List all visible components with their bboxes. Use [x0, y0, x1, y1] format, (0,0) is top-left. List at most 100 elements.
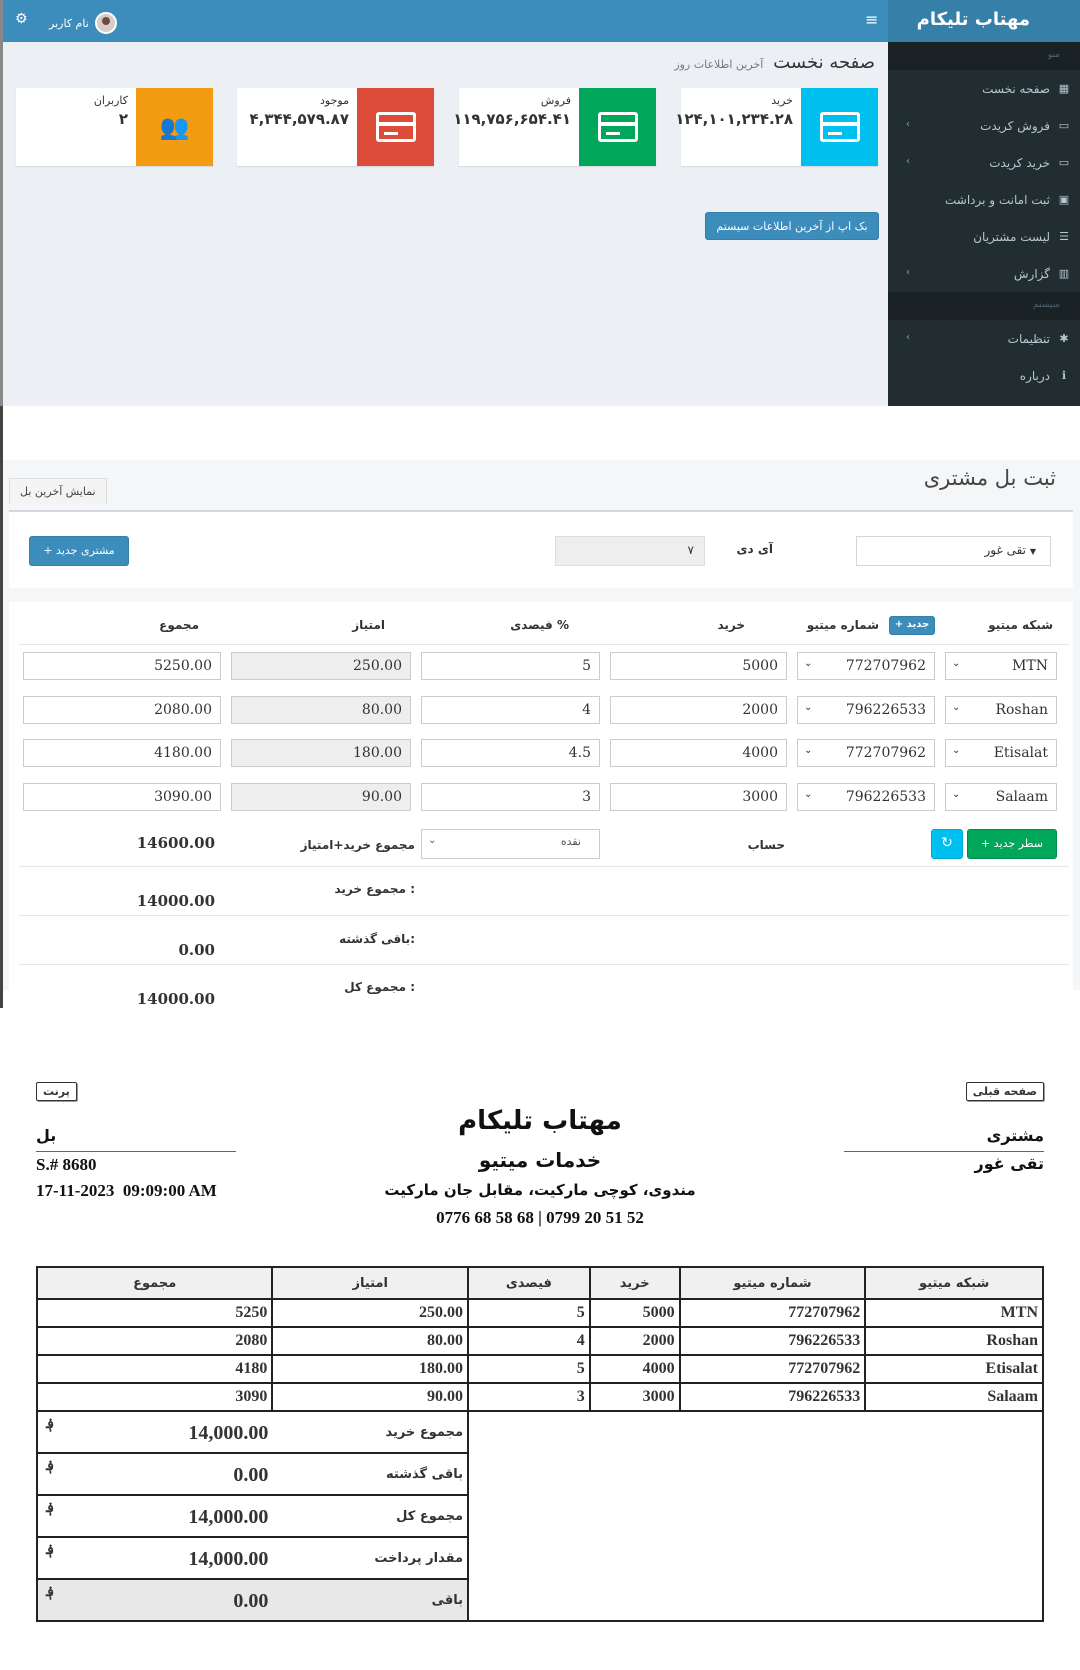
list-icon: ☰	[1059, 230, 1069, 243]
purchase-input[interactable]: 2000	[610, 696, 787, 724]
id-select[interactable]: ۷	[555, 536, 705, 566]
network-select[interactable]: ⌄ MTN	[945, 652, 1057, 680]
divider	[19, 964, 1069, 965]
sidebar-item-report[interactable]: ‹ گزارش ▥	[888, 255, 1080, 292]
table-header-row: مجموع امتیاز فیصدی خرید شماره میتیو شبکه…	[35, 1266, 1044, 1300]
cell-network: Salaam	[864, 1382, 1044, 1412]
total-field: 4180.00	[23, 739, 221, 767]
currency-symbol: ؋	[46, 1459, 55, 1474]
cell-network: MTN	[864, 1298, 1044, 1328]
back-button[interactable]: صفحه قبلی	[965, 1082, 1044, 1101]
column-header-percent: فیصدی %	[510, 618, 569, 632]
gear-icon: ✱	[1059, 332, 1069, 345]
total-field: 2080.00	[23, 696, 221, 724]
account-select[interactable]: ⌄ نقده	[421, 829, 600, 859]
user-name: نام کاربر	[49, 16, 89, 30]
number-select[interactable]: ⌄ 772707962	[797, 739, 935, 767]
credit-card-icon	[801, 88, 878, 166]
money-icon: ▣	[1058, 193, 1070, 206]
column-header-points: امتیاز	[352, 618, 385, 632]
bill-label: بل	[36, 1126, 57, 1145]
credit-card-icon: ▭	[1058, 119, 1070, 132]
sidebar-item-label: ثبت امانت و برداشت	[945, 192, 1050, 207]
customer-select-value: تقی غور	[984, 543, 1027, 557]
sidebar-item-customers[interactable]: لیست مشتریان ☰	[888, 218, 1080, 255]
table-row: 5250 250.00 5 5000 772707962 MTN	[35, 1298, 1044, 1328]
phone-numbers: 0776 68 58 68 | 0799 20 51 52	[436, 1208, 644, 1227]
purchase-input[interactable]: 5000	[610, 652, 787, 680]
number-select[interactable]: ⌄ 796226533	[797, 783, 935, 811]
account-select-value: نقده	[560, 835, 581, 848]
network-select[interactable]: ⌄ Etisalat	[945, 739, 1057, 767]
credit-card-icon	[579, 88, 656, 166]
show-last-bill-tab[interactable]: نمایش آخرین بل	[9, 478, 107, 504]
currency-symbol: ؋	[46, 1543, 55, 1558]
number-select[interactable]: ⌄ 796226533	[797, 696, 935, 724]
cell-purchase: 3000	[588, 1382, 681, 1412]
points-field: 80.00	[231, 696, 411, 724]
purchase-input[interactable]: 4000	[610, 739, 787, 767]
refresh-icon[interactable]: ↻	[931, 829, 963, 859]
id-select-value: ۷	[687, 543, 694, 557]
cell-network: Etisalat	[864, 1354, 1044, 1384]
percent-input[interactable]: 4.5	[421, 739, 600, 767]
new-row-button[interactable]: + سطر جدید	[967, 829, 1057, 859]
column-header-total: مجموع	[159, 618, 199, 632]
page-title: ثبت بل مشتری	[923, 466, 1056, 490]
print-button[interactable]: پرنت	[36, 1082, 77, 1101]
chevron-left-icon: ‹	[906, 156, 910, 167]
column-header-network: شبکه میتیو	[988, 618, 1053, 632]
user-menu[interactable]: نام کاربر	[49, 12, 117, 34]
serial-number: S.# 8680	[36, 1155, 97, 1174]
hamburger-menu-icon[interactable]: ≡	[865, 10, 878, 29]
sidebar-item-label: صفحه نخست	[982, 81, 1050, 96]
blank-area	[467, 1411, 1044, 1622]
percent-input[interactable]: 4	[421, 696, 600, 724]
new-customer-button[interactable]: + مشتری جدید	[29, 536, 129, 566]
backup-button[interactable]: بک اپ از آخرین اطلاعات سیستم	[705, 212, 879, 240]
info-icon: ℹ	[1061, 369, 1067, 382]
customer-select[interactable]: تقی غور ▼	[856, 536, 1051, 566]
sidebar-item-label: تنظیمات	[1007, 331, 1050, 346]
new-number-badge[interactable]: + جدید	[889, 616, 935, 635]
currency-symbol: ؋	[46, 1417, 55, 1432]
sidebar-item-about[interactable]: درباره ℹ	[888, 357, 1080, 394]
share-icon[interactable]: ⚙	[15, 11, 28, 27]
table-row: 3090 90.00 3 3000 796226533 Salaam	[35, 1382, 1044, 1412]
bill-form-screen: ثبت بل مشتری نمایش آخرین بل تقی غور ▼ آی…	[0, 406, 1080, 1008]
number-value: 772707962	[845, 658, 926, 674]
network-value: Salaam	[995, 789, 1048, 805]
cell-percent: 5	[467, 1298, 591, 1328]
network-select[interactable]: ⌄ Roshan	[945, 696, 1057, 724]
cell-total: 3090	[35, 1382, 274, 1412]
total-field: 5250.00	[23, 652, 221, 680]
sum-purchase-value: 14000.00	[136, 892, 215, 910]
sidebar-item-settings[interactable]: ‹ تنظیمات ✱	[888, 320, 1080, 357]
sidebar-item-sell-credit[interactable]: ‹ فروش کریدت ▭	[888, 107, 1080, 144]
cell-number: 796226533	[678, 1326, 867, 1356]
purchase-input[interactable]: 3000	[610, 783, 787, 811]
info-box-balance: موجود ۴,۳۴۴,۵۷۹.۸۷	[237, 88, 434, 166]
percent-input[interactable]: 3	[421, 783, 600, 811]
cell-points: 80.00	[271, 1326, 469, 1356]
percent-input[interactable]: 5	[421, 652, 600, 680]
currency-symbol: ؋	[46, 1501, 55, 1516]
sidebar-item-buy-credit[interactable]: ‹ خرید کریدت ▭	[888, 144, 1080, 181]
bar-chart-icon: ▥	[1058, 267, 1070, 280]
receipt-print-view: پرنت صفحه قبلی مهتاب تلیکام خدمات میتیو …	[0, 1008, 1080, 1670]
divider	[36, 1151, 236, 1152]
receipt-table: مجموع امتیاز فیصدی خرید شماره میتیو شبکه…	[35, 1266, 1044, 1622]
sidebar-item-home[interactable]: صفحه نخست ▦	[888, 70, 1080, 107]
sum-purchase-points-value: 14600.00	[136, 834, 215, 852]
summary-value: 14,000.00	[188, 1506, 269, 1528]
company-name: مهتاب تلیکام	[458, 1106, 622, 1136]
sidebar-menu-header: منو	[888, 42, 1080, 70]
brand-logo[interactable]: مهتاب تلیکام	[888, 0, 1080, 42]
bill-grid: شبکه میتیو شماره میتیو + جدید خرید فیصدی…	[9, 602, 1073, 1008]
cell-percent: 4	[467, 1326, 591, 1356]
network-select[interactable]: ⌄ Salaam	[945, 783, 1057, 811]
summary-label: مقدار پرداخت	[272, 1536, 469, 1580]
summary-label: باقی	[272, 1578, 469, 1622]
sidebar-item-deposit[interactable]: ثبت امانت و برداشت ▣	[888, 181, 1080, 218]
number-select[interactable]: ⌄ 772707962	[797, 652, 935, 680]
